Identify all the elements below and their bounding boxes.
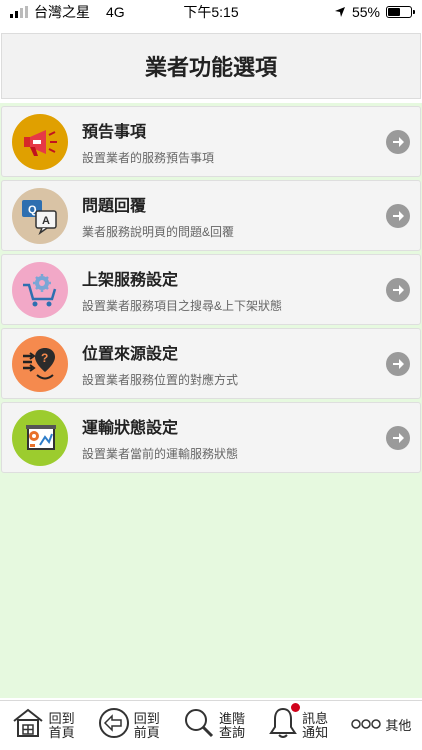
signal-icon bbox=[10, 6, 28, 18]
battery-icon bbox=[386, 6, 415, 18]
menu-subtitle: 設置業者的服務預告事項 bbox=[82, 150, 215, 165]
content-area: 預告事項 設置業者的服務預告事項 Q A 問題回覆 業者服務說明頁的問題&回覆 bbox=[0, 103, 422, 698]
carrier-name: 台灣之星 bbox=[34, 4, 90, 20]
nav-back-label: 回到前頁 bbox=[133, 710, 160, 740]
menu-title: 運輸狀態設定 bbox=[82, 419, 179, 437]
menu-text: 預告事項 設置業者的服務預告事項 bbox=[82, 118, 386, 166]
battery-percent: 55% bbox=[351, 4, 380, 20]
nav-search-button[interactable]: 進階查詢 bbox=[183, 707, 247, 744]
cart-gear-icon bbox=[12, 261, 68, 318]
back-arrow-icon bbox=[98, 707, 130, 744]
nav-more-label: 其他 bbox=[385, 717, 412, 733]
bell-icon bbox=[268, 703, 301, 745]
nav-back-button[interactable]: 回到前頁 bbox=[98, 707, 162, 744]
menu-text: 運輸狀態設定 設置業者當前的運輸服務狀態 bbox=[82, 414, 386, 462]
status-left: 台灣之星 4G bbox=[10, 2, 125, 22]
nav-notify-label: 訊息通知 bbox=[302, 710, 329, 740]
menu-item-announcement[interactable]: 預告事項 設置業者的服務預告事項 bbox=[1, 106, 421, 177]
menu-item-qa-reply[interactable]: Q A 問題回覆 業者服務說明頁的問題&回覆 bbox=[1, 180, 421, 251]
menu-title: 問題回覆 bbox=[82, 197, 147, 215]
arrow-right-icon[interactable] bbox=[386, 425, 410, 450]
nav-search-label: 進階查詢 bbox=[218, 710, 245, 740]
svg-text:?: ? bbox=[41, 351, 48, 365]
menu-subtitle: 設置業者服務項目之搜尋&上下架狀態 bbox=[82, 298, 283, 313]
status-bar: 台灣之星 4G 下午5:15 55% bbox=[0, 0, 422, 24]
arrow-right-icon[interactable] bbox=[386, 129, 410, 154]
menu-subtitle: 設置業者服務位置的對應方式 bbox=[82, 372, 239, 387]
home-icon bbox=[11, 708, 45, 743]
arrow-right-icon[interactable] bbox=[386, 277, 410, 302]
menu-list: 預告事項 設置業者的服務預告事項 Q A 問題回覆 業者服務說明頁的問題&回覆 bbox=[0, 103, 422, 476]
notification-badge bbox=[291, 703, 301, 712]
menu-item-transport-status[interactable]: 運輸狀態設定 設置業者當前的運輸服務狀態 bbox=[1, 402, 421, 473]
menu-item-listing-settings[interactable]: 上架服務設定 設置業者服務項目之搜尋&上下架狀態 bbox=[1, 254, 421, 325]
nav-more-button[interactable]: 其他 bbox=[351, 717, 411, 735]
nav-home-label: 回到首頁 bbox=[48, 710, 75, 740]
menu-title: 上架服務設定 bbox=[82, 271, 179, 289]
network-type: 4G bbox=[106, 4, 125, 20]
bottom-nav: 回到首頁 回到前頁 進階查詢 訊息通知 其他 bbox=[0, 700, 422, 750]
location-arrow-icon bbox=[334, 7, 345, 17]
menu-title: 位置來源設定 bbox=[82, 345, 179, 363]
location-question-icon: ? bbox=[12, 335, 68, 392]
status-right: 55% bbox=[334, 4, 415, 20]
transport-status-icon bbox=[12, 409, 68, 466]
nav-home-button[interactable]: 回到首頁 bbox=[11, 708, 77, 743]
menu-item-location-source[interactable]: ? 位置來源設定 設置業者服務位置的對應方式 bbox=[1, 328, 421, 399]
menu-text: 位置來源設定 設置業者服務位置的對應方式 bbox=[82, 340, 386, 388]
search-icon bbox=[183, 707, 215, 744]
megaphone-icon bbox=[12, 113, 68, 170]
menu-title: 預告事項 bbox=[82, 123, 147, 141]
menu-text: 上架服務設定 設置業者服務項目之搜尋&上下架狀態 bbox=[82, 266, 386, 314]
more-dots-icon bbox=[351, 717, 382, 735]
nav-notify-button[interactable]: 訊息通知 bbox=[268, 703, 330, 745]
menu-subtitle: 業者服務說明頁的問題&回覆 bbox=[82, 224, 235, 239]
arrow-right-icon[interactable] bbox=[386, 351, 410, 376]
svg-text:A: A bbox=[42, 215, 50, 227]
arrow-right-icon[interactable] bbox=[386, 203, 410, 228]
qa-chat-icon: Q A bbox=[12, 187, 68, 244]
page-title: 業者功能選項 bbox=[1, 33, 421, 99]
menu-subtitle: 設置業者當前的運輸服務狀態 bbox=[82, 446, 239, 461]
menu-text: 問題回覆 業者服務說明頁的問題&回覆 bbox=[82, 192, 386, 240]
